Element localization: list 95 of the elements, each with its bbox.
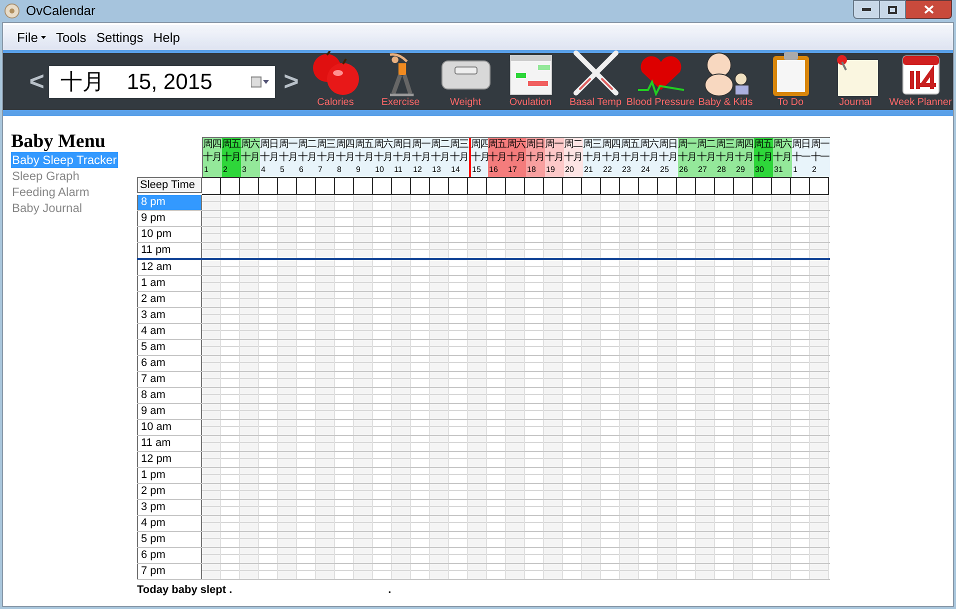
menu-item[interactable]: File (17, 28, 46, 48)
day-header: 周六 十月 3 (241, 138, 260, 177)
hour-label[interactable]: 11 am (137, 436, 202, 451)
date-field[interactable]: 十月 15, 2015 (48, 66, 276, 98)
sidebar-item[interactable]: Baby Journal (11, 200, 84, 216)
day-header: 周五 十月 23 (621, 138, 640, 177)
day-header: 周日 十一 1 (792, 138, 811, 177)
hour-label[interactable]: 3 am (137, 308, 202, 323)
day-header: 周六 十月 24 (640, 138, 659, 177)
day-header: 周日 十月 11 (393, 138, 412, 177)
day-header: 周五 十月 30 (754, 138, 773, 177)
calendar-grid-icon[interactable] (510, 55, 552, 95)
menu-item[interactable]: Tools (56, 28, 86, 48)
toolbar-button[interactable]: Ovulation (498, 53, 564, 110)
hour-label[interactable]: 7 am (137, 372, 202, 387)
day-header: 周三 十月 21 (583, 138, 602, 177)
day-header: 周四 十月 22 (602, 138, 621, 177)
sleep-summary: Today baby slept . (137, 583, 232, 598)
day-header: 周五 十月 9 (355, 138, 374, 177)
window-title: OvCalendar (26, 2, 96, 20)
hour-label[interactable]: 7 pm (137, 564, 202, 579)
day-header: 周一 十月 19 (545, 138, 564, 177)
hour-label[interactable]: 1 pm (137, 468, 202, 483)
crossed-thermometers-icon[interactable] (572, 49, 620, 97)
hour-label[interactable]: 11 pm (137, 243, 202, 258)
hour-label[interactable]: 5 pm (137, 532, 202, 547)
close-button[interactable] (906, 0, 952, 19)
column-header: Sleep Time (137, 177, 202, 193)
day-header: 周二 十月 6 (298, 138, 317, 177)
toolbar-button[interactable]: Baby & Kids (693, 53, 758, 110)
hour-label[interactable]: 6 am (137, 356, 202, 371)
close-icon (924, 5, 934, 14)
day-header: 周五 十月 16 (488, 138, 507, 177)
day-header: 周日 十月 25 (659, 138, 678, 177)
day-header: 周三 十月 28 (716, 138, 735, 177)
toolbar-button[interactable]: Blood Pressure (628, 53, 694, 110)
day-header: 周一 十一 2 (811, 138, 830, 177)
day-header: 周一 十月 5 (279, 138, 298, 177)
toolbar-button[interactable]: Journal (823, 53, 888, 110)
calendar-page-icon[interactable] (902, 55, 940, 95)
sidebar-item[interactable]: Sleep Graph (11, 168, 80, 184)
flower-logo-icon (4, 3, 20, 19)
calendar-dropdown-icon[interactable] (251, 76, 270, 88)
maximize-icon (888, 6, 897, 14)
day-header: 周日 十月 4 (260, 138, 279, 177)
hour-label[interactable]: 9 am (137, 404, 202, 419)
day-header: 周二 十月 20 (564, 138, 583, 177)
clipboard-icon[interactable] (772, 51, 810, 97)
scale-icon[interactable] (440, 59, 491, 91)
hour-label[interactable]: 4 pm (137, 516, 202, 531)
menu-item[interactable]: Help (153, 28, 180, 48)
day-header: 周三 十月 14 (450, 138, 469, 177)
minimize-button[interactable] (853, 0, 880, 19)
hour-label[interactable]: 6 pm (137, 548, 202, 563)
hour-label[interactable]: 10 pm (137, 227, 202, 242)
minimize-icon (862, 8, 871, 11)
day-header: 周二 十月 13 (431, 138, 450, 177)
day-header: 周五 十月 2 (222, 138, 241, 177)
day-header: 周三 十月 7 (317, 138, 336, 177)
toolbar-button[interactable]: Weight (433, 53, 498, 110)
day-header: 周四 十月 1 (203, 138, 222, 177)
day-header: 周六 十月 10 (374, 138, 393, 177)
previous-date-button[interactable]: < (27, 62, 47, 101)
hour-label[interactable]: 1 am (137, 276, 202, 291)
hour-label[interactable]: 10 am (137, 420, 202, 435)
dropdown-caret-icon (40, 36, 46, 39)
day-header: 周四 十月 29 (735, 138, 754, 177)
toolbar-button[interactable]: To Do (758, 53, 824, 110)
hour-label[interactable]: 5 am (137, 340, 202, 355)
hour-label[interactable]: 8 am (137, 388, 202, 403)
day-header: 周四 十月 8 (336, 138, 355, 177)
sidebar-title: Baby Menu (11, 132, 106, 152)
toolbar-button[interactable]: Basal Temp (563, 53, 628, 110)
day-header: 周日 十月 18 (526, 138, 545, 177)
day-header: 周六 十月 17 (507, 138, 526, 177)
sidebar-item[interactable]: Feeding Alarm (11, 184, 90, 200)
day-header: 周一 十月 12 (412, 138, 431, 177)
toolbar-button[interactable]: Exercise (368, 53, 434, 110)
hour-label[interactable]: 9 pm (137, 211, 202, 226)
day-header: 周六 十月 31 (773, 138, 792, 177)
hour-label[interactable]: 3 pm (137, 500, 202, 515)
hour-label[interactable]: 2 am (137, 292, 202, 307)
hour-label[interactable]: 4 am (137, 324, 202, 339)
hour-label[interactable]: 12 pm (137, 452, 202, 467)
toolbar-button[interactable]: Week Planner (888, 53, 954, 110)
menu-item[interactable]: Settings (96, 28, 144, 48)
hour-label[interactable]: 12 am (137, 260, 202, 275)
day-header: 周一 十月 26 (678, 138, 697, 177)
day-header: 周二 十月 27 (697, 138, 716, 177)
heart-icon[interactable] (636, 54, 686, 96)
toolbar-button[interactable]: Calories (303, 53, 368, 110)
maximize-button[interactable] (880, 0, 906, 19)
hour-label[interactable]: 2 pm (137, 484, 202, 499)
summary-end: . (388, 583, 392, 598)
next-date-button[interactable]: > (281, 62, 302, 101)
